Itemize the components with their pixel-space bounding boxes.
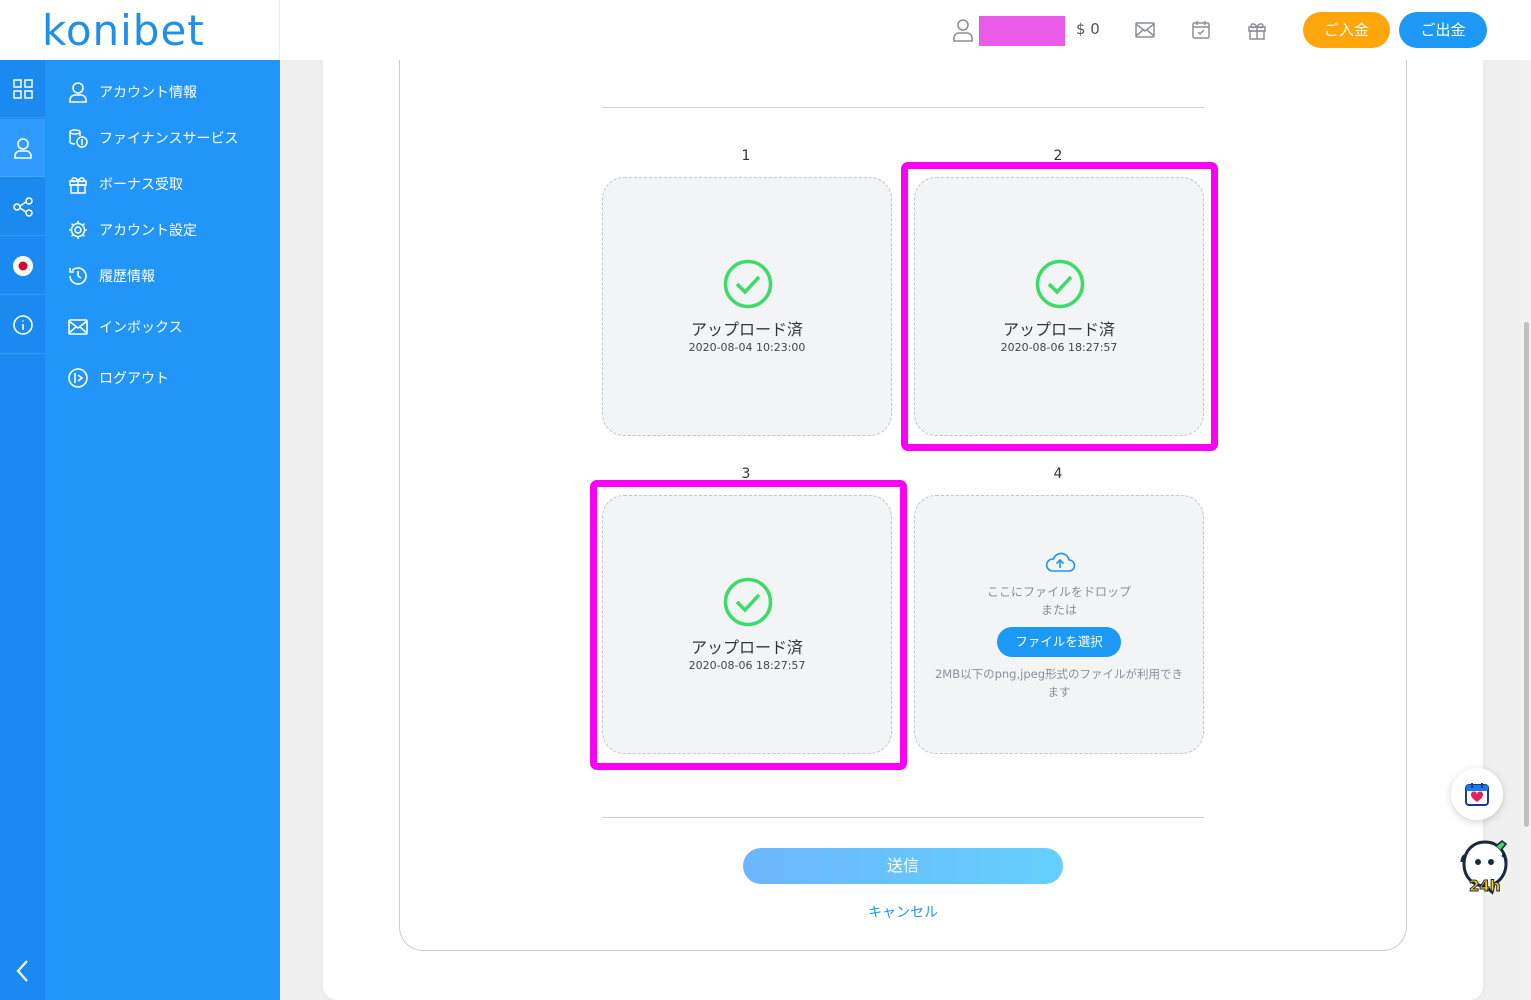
mail-icon bbox=[68, 319, 88, 335]
mail-icon[interactable] bbox=[1134, 19, 1156, 41]
withdraw-button[interactable]: ご出金 bbox=[1399, 12, 1487, 48]
gift-icon bbox=[69, 177, 87, 194]
info-icon bbox=[12, 314, 33, 335]
gear-icon bbox=[69, 221, 87, 239]
support-chat-icon[interactable]: 24h bbox=[1456, 838, 1512, 896]
sidebar-item-label: 履歴情報 bbox=[99, 269, 155, 285]
svg-text:24h: 24h bbox=[1469, 877, 1501, 895]
cloud-upload-icon bbox=[1045, 552, 1076, 572]
check-circle-icon bbox=[723, 259, 773, 309]
drop-or-text: または bbox=[1040, 603, 1077, 617]
sidebar-item-settings[interactable]: アカウント設定 bbox=[67, 216, 197, 244]
user-icon bbox=[69, 82, 87, 103]
top-header: konibet $ 0 ご入金 ご出金 bbox=[0, 0, 1531, 60]
highlight-box bbox=[901, 162, 1218, 451]
sidebar-item-bonus[interactable]: ボーナス受取 bbox=[67, 170, 183, 198]
slot-number: 4 bbox=[1053, 466, 1063, 482]
sidebar-item-history[interactable]: 履歴情報 bbox=[67, 262, 155, 290]
upload-slot-1[interactable]: アップロード済 2020-08-04 10:23:00 bbox=[602, 177, 892, 436]
sidebar-item-label: インボックス bbox=[99, 320, 183, 336]
drop-instruction: ここにファイルをドロップ bbox=[986, 585, 1131, 599]
calendar-heart-icon bbox=[1465, 783, 1489, 806]
sidebar-item-label: ファイナンスサービス bbox=[99, 131, 239, 147]
sidebar-item-label: ログアウト bbox=[99, 371, 169, 387]
sidebar-item-finance[interactable]: ファイナンスサービス bbox=[67, 124, 238, 152]
balance-display: $ 0 bbox=[1076, 20, 1100, 38]
upload-timestamp: 2020-08-04 10:23:00 bbox=[688, 341, 806, 354]
username-redacted bbox=[979, 16, 1065, 46]
deposit-button[interactable]: ご入金 bbox=[1303, 12, 1390, 48]
sidebar-item-label: アカウント情報 bbox=[99, 85, 197, 101]
file-requirement-hint: 2MB以下のpng,jpeg形式のファイルが利用でき bbox=[934, 667, 1184, 681]
page-scrollbar[interactable] bbox=[1521, 60, 1531, 1000]
user-icon[interactable] bbox=[952, 18, 974, 42]
cancel-link[interactable]: キャンセル bbox=[843, 902, 963, 922]
user-icon bbox=[13, 137, 32, 159]
share-icon bbox=[12, 196, 33, 217]
konibet-logo[interactable]: konibet bbox=[42, 6, 205, 55]
sidebar-item-inbox[interactable]: インボックス bbox=[67, 313, 183, 341]
logo-area: konibet bbox=[0, 0, 280, 60]
top-divider bbox=[602, 107, 1204, 108]
scrollbar-thumb[interactable] bbox=[1524, 322, 1529, 827]
logout-icon bbox=[68, 368, 88, 388]
rail-dashboard[interactable] bbox=[0, 60, 45, 118]
chevron-left-icon[interactable] bbox=[12, 958, 34, 984]
floating-calendar-button[interactable] bbox=[1451, 768, 1503, 820]
sidebar-item-label: ボーナス受取 bbox=[99, 177, 183, 193]
rail-info[interactable] bbox=[0, 296, 45, 354]
file-requirement-hint-cont: ます bbox=[1047, 685, 1071, 699]
sidebar-item-label: アカウント設定 bbox=[99, 223, 197, 239]
slot-number: 1 bbox=[741, 148, 751, 164]
rail-account[interactable] bbox=[0, 119, 45, 177]
select-file-button[interactable]: ファイルを選択 bbox=[997, 627, 1121, 657]
icon-rail bbox=[0, 60, 45, 1000]
gift-icon[interactable] bbox=[1246, 19, 1268, 41]
bottom-divider bbox=[602, 817, 1204, 818]
japan-flag-icon bbox=[12, 255, 33, 276]
submit-button[interactable]: 送信 bbox=[743, 848, 1063, 884]
upload-status: アップロード済 bbox=[690, 320, 803, 339]
history-icon bbox=[69, 267, 87, 285]
sidebar-item-account-info[interactable]: アカウント情報 bbox=[67, 78, 197, 106]
highlight-box bbox=[590, 480, 907, 770]
grid-icon bbox=[12, 78, 33, 99]
rail-share[interactable] bbox=[0, 178, 45, 236]
calendar-icon[interactable] bbox=[1190, 19, 1212, 41]
coins-icon bbox=[69, 129, 88, 148]
rail-language[interactable] bbox=[0, 237, 45, 295]
upload-dropzone[interactable]: ここにファイルをドロップ または ファイルを選択 2MB以下のpng,jpeg形… bbox=[914, 495, 1204, 754]
sidebar-menu: アカウント情報 ファイナンスサービス ボーナス受取 アカウント設定 履歴情報 イ… bbox=[45, 60, 280, 1000]
sidebar-item-logout[interactable]: ログアウト bbox=[67, 364, 169, 392]
